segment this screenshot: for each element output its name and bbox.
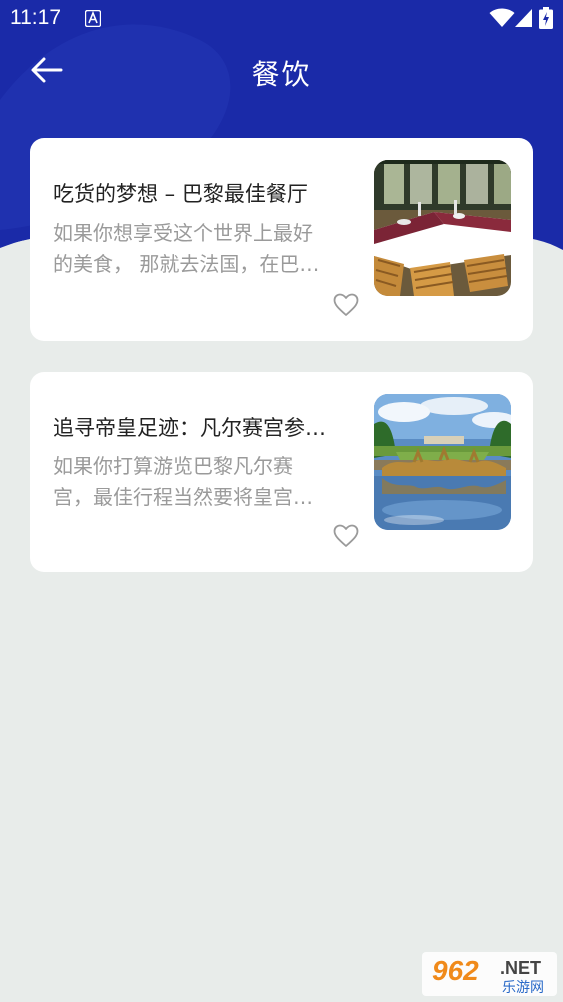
- versailles-fountain-image-art: [374, 394, 511, 530]
- site-watermark: 962 .NET 乐游网: [422, 952, 557, 996]
- signal-icon: [515, 9, 532, 27]
- article-card[interactable]: 追寻帝皇足迹：凡尔赛宫参… 如果你打算游览巴黎凡尔赛 宫，最佳行程当然要将皇宫…: [30, 372, 533, 572]
- restaurant-terrace-image[interactable]: [374, 160, 511, 296]
- status-time: 11:17: [10, 6, 61, 29]
- article-description: 如果你打算游览巴黎凡尔赛 宫，最佳行程当然要将皇宫…: [53, 451, 348, 513]
- article-title: 吃货的梦想 – 巴黎最佳餐厅: [53, 182, 308, 206]
- heart-outline-icon[interactable]: [333, 524, 359, 548]
- watermark-subtitle: 乐游网: [502, 980, 544, 996]
- article-description: 如果你想享受这个世界上最好 的美食， 那就去法国，在巴…: [53, 218, 348, 280]
- watermark-suffix: .NET: [500, 958, 541, 978]
- article-description-line: 的美食， 那就去法国，在巴…: [53, 252, 320, 276]
- page-title: 餐饮: [251, 58, 312, 91]
- heart-outline-icon[interactable]: [333, 293, 359, 317]
- wifi-icon: [489, 8, 515, 27]
- restaurant-terrace-image-art: [374, 160, 511, 296]
- status-bar: 11:17: [0, 0, 563, 38]
- watermark-number: 962: [432, 955, 479, 986]
- battery-icon: [539, 7, 553, 29]
- article-description-line: 如果你打算游览巴黎凡尔赛: [53, 454, 293, 478]
- article-title: 追寻帝皇足迹：凡尔赛宫参…: [53, 416, 326, 440]
- versailles-fountain-image[interactable]: [374, 394, 511, 530]
- text-a-icon: [85, 10, 101, 27]
- article-description-line: 如果你想享受这个世界上最好: [53, 221, 313, 245]
- article-description-line: 宫，最佳行程当然要将皇宫…: [53, 485, 313, 509]
- article-card[interactable]: 吃货的梦想 – 巴黎最佳餐厅 如果你想享受这个世界上最好 的美食， 那就去法国，…: [30, 138, 533, 341]
- site-watermark-logo: 962 .NET 乐游网: [422, 952, 557, 996]
- status-icons: [463, 7, 553, 30]
